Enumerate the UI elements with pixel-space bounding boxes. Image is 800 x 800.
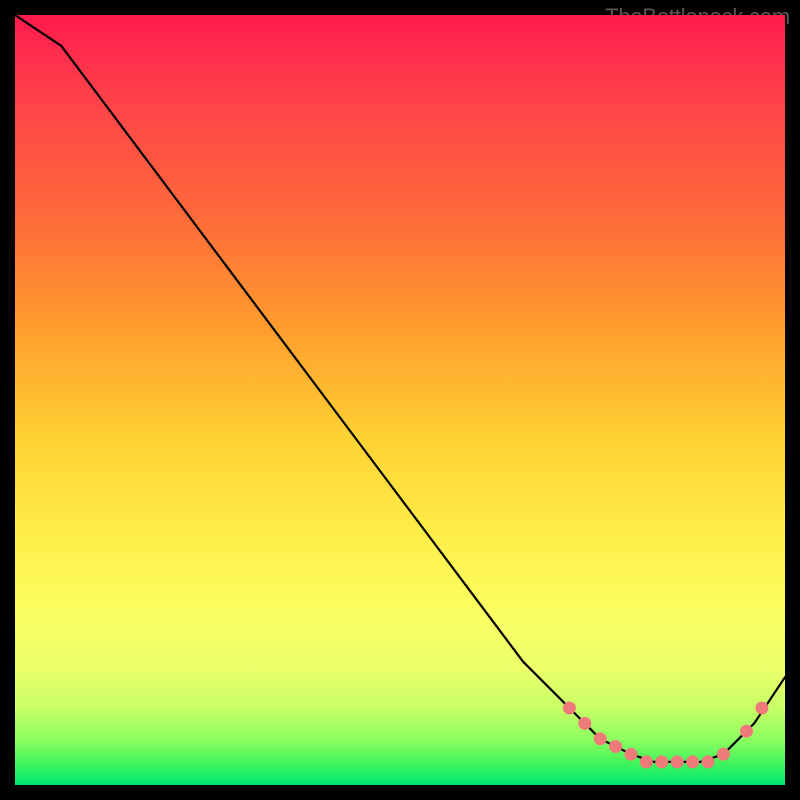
curve-marker bbox=[625, 748, 637, 760]
chart-stage: TheBottleneck.com bbox=[0, 0, 800, 800]
curve-markers bbox=[563, 702, 768, 768]
curve-marker bbox=[563, 702, 575, 714]
plot-area bbox=[15, 15, 785, 785]
curve-marker bbox=[579, 717, 591, 729]
curve-marker bbox=[687, 756, 699, 768]
curve-marker bbox=[640, 756, 652, 768]
curve-marker bbox=[702, 756, 714, 768]
curve-marker bbox=[756, 702, 768, 714]
curve-marker bbox=[594, 733, 606, 745]
curve-marker bbox=[717, 748, 729, 760]
chart-svg bbox=[15, 15, 785, 785]
curve-marker bbox=[610, 741, 622, 753]
curve-marker bbox=[741, 725, 753, 737]
curve-marker bbox=[656, 756, 668, 768]
curve-marker bbox=[671, 756, 683, 768]
bottleneck-curve bbox=[15, 15, 785, 762]
